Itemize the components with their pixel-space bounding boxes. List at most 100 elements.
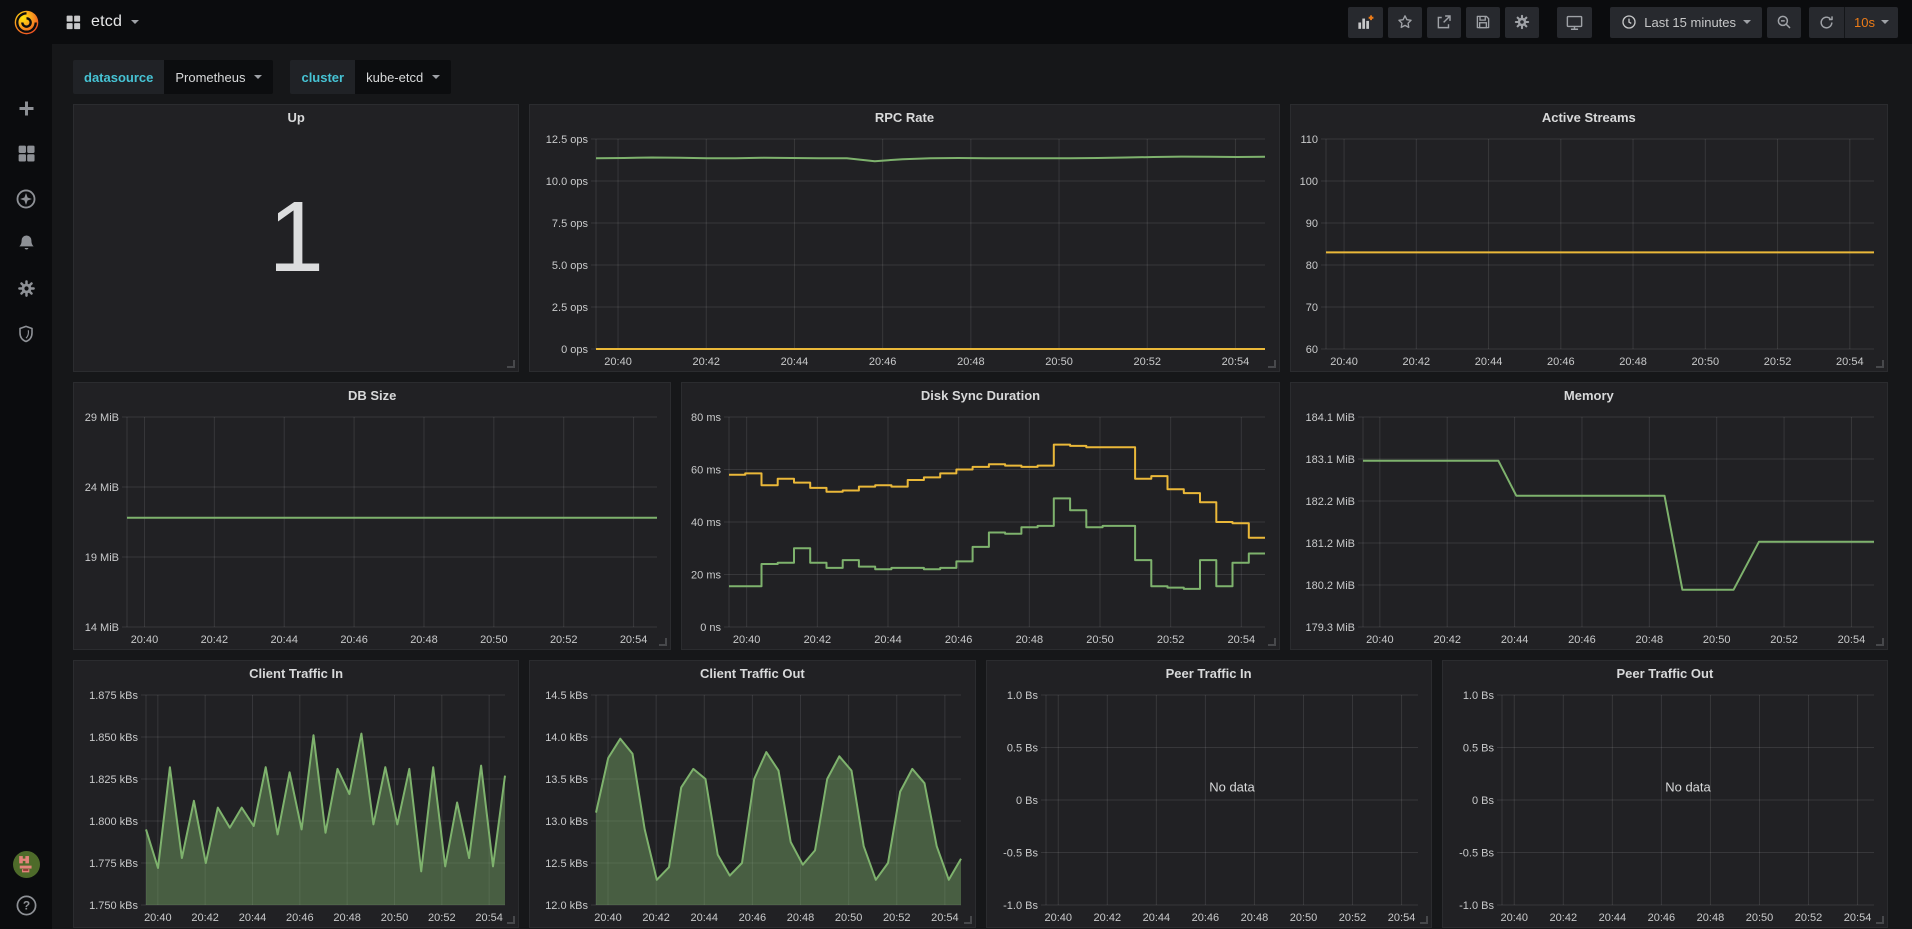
db-size-chart[interactable]: 29 MiB24 MiB19 MiB14 MiB20:4020:4220:442… xyxy=(74,407,670,649)
svg-text:20:44: 20:44 xyxy=(270,634,298,646)
svg-text:1.775 kBs: 1.775 kBs xyxy=(89,858,138,870)
svg-text:20:44: 20:44 xyxy=(875,634,903,646)
sidebar-item-alerting[interactable] xyxy=(0,221,52,266)
sidebar-item-configuration[interactable] xyxy=(0,266,52,311)
panel-rpc-rate: RPC Rate 12.5 ops10.0 ops7.5 ops5.0 ops2… xyxy=(529,104,1279,372)
svg-text:20:48: 20:48 xyxy=(1635,634,1663,646)
svg-text:20:50: 20:50 xyxy=(1289,912,1317,924)
panel-title[interactable]: Client Traffic Out xyxy=(530,661,974,685)
svg-text:20:46: 20:46 xyxy=(869,356,897,368)
svg-text:20:54: 20:54 xyxy=(475,912,503,924)
zoom-out-icon xyxy=(1775,13,1793,31)
grafana-logo[interactable] xyxy=(0,9,52,36)
svg-text:20:48: 20:48 xyxy=(410,634,438,646)
svg-text:1.800 kBs: 1.800 kBs xyxy=(89,816,138,828)
refresh-button[interactable] xyxy=(1809,7,1844,38)
svg-text:183.1 MiB: 183.1 MiB xyxy=(1305,454,1355,466)
svg-text:20:44: 20:44 xyxy=(1500,634,1528,646)
panel-title[interactable]: Client Traffic In xyxy=(74,661,518,685)
navbar-toolbar: Last 15 minutes 10s xyxy=(1343,7,1912,38)
svg-text:20:44: 20:44 xyxy=(1142,912,1170,924)
svg-text:20:46: 20:46 xyxy=(340,634,368,646)
svg-text:1.750 kBs: 1.750 kBs xyxy=(89,900,138,912)
peer-traffic-out-chart[interactable]: 1.0 Bs0.5 Bs0 Bs-0.5 Bs-1.0 Bs20:4020:42… xyxy=(1443,685,1887,927)
svg-text:20:52: 20:52 xyxy=(1795,912,1823,924)
svg-text:20:46: 20:46 xyxy=(945,634,973,646)
help-icon: ? xyxy=(15,894,38,917)
panel-title[interactable]: Peer Traffic Out xyxy=(1443,661,1887,685)
variable-datasource: datasource Prometheus xyxy=(73,60,273,94)
chevron-down-icon xyxy=(131,20,139,24)
svg-text:80 ms: 80 ms xyxy=(691,412,721,424)
svg-text:29 MiB: 29 MiB xyxy=(85,412,119,424)
navbar: etcd xyxy=(0,0,1912,44)
sidebar-item-explore[interactable] xyxy=(0,176,52,221)
time-range-picker[interactable]: Last 15 minutes xyxy=(1610,7,1762,38)
save-button[interactable] xyxy=(1466,7,1500,38)
disk-sync-duration-chart[interactable]: 80 ms60 ms40 ms20 ms0 ns20:4020:4220:442… xyxy=(682,407,1278,649)
svg-text:20:44: 20:44 xyxy=(1474,356,1502,368)
add-panel-button[interactable] xyxy=(1348,7,1383,38)
grafana-logo-icon xyxy=(13,9,40,36)
dashboard-title: etcd xyxy=(91,13,122,31)
svg-text:20:50: 20:50 xyxy=(381,912,409,924)
svg-text:20 ms: 20 ms xyxy=(691,570,721,582)
panel-row-2: DB Size 29 MiB24 MiB19 MiB14 MiB20:4020:… xyxy=(73,382,1888,650)
svg-text:20:46: 20:46 xyxy=(1547,356,1575,368)
svg-text:20:42: 20:42 xyxy=(693,356,721,368)
memory-chart[interactable]: 184.1 MiB183.1 MiB182.2 MiB181.2 MiB180.… xyxy=(1291,407,1887,649)
svg-text:70: 70 xyxy=(1305,302,1317,314)
svg-text:1.850 kBs: 1.850 kBs xyxy=(89,732,138,744)
panel-title[interactable]: DB Size xyxy=(74,383,670,407)
panel-title[interactable]: Memory xyxy=(1291,383,1887,407)
client-traffic-in-chart[interactable]: 1.875 kBs1.850 kBs1.825 kBs1.800 kBs1.77… xyxy=(74,685,518,927)
rpc-rate-chart[interactable]: 12.5 ops10.0 ops7.5 ops5.0 ops2.5 ops0 o… xyxy=(530,129,1278,371)
template-variables-row: datasource Prometheus cluster kube-etcd xyxy=(73,60,1888,94)
svg-text:20:40: 20:40 xyxy=(1366,634,1394,646)
panel-title[interactable]: Up xyxy=(74,105,518,129)
help-button[interactable]: ? xyxy=(15,894,38,917)
svg-text:20:42: 20:42 xyxy=(191,912,219,924)
svg-text:19 MiB: 19 MiB xyxy=(85,552,119,564)
stat-value: 1 xyxy=(74,129,518,371)
variable-value-dropdown[interactable]: kube-etcd xyxy=(355,60,451,94)
panel-row-1: Up 1 RPC Rate 12.5 ops10.0 ops7.5 ops5.0… xyxy=(73,104,1888,372)
panel-title[interactable]: Peer Traffic In xyxy=(987,661,1431,685)
svg-text:0 ns: 0 ns xyxy=(701,622,722,634)
peer-traffic-in-chart[interactable]: 1.0 Bs0.5 Bs0 Bs-0.5 Bs-1.0 Bs20:4020:42… xyxy=(987,685,1431,927)
star-button[interactable] xyxy=(1388,7,1422,38)
svg-text:24 MiB: 24 MiB xyxy=(85,482,119,494)
dashboard-title-button[interactable]: etcd xyxy=(64,13,139,31)
svg-text:12.5 ops: 12.5 ops xyxy=(546,134,589,146)
panel-up: Up 1 xyxy=(73,104,519,372)
zoom-out-button[interactable] xyxy=(1767,7,1801,38)
svg-text:90: 90 xyxy=(1305,218,1317,230)
svg-text:No data: No data xyxy=(1665,780,1711,795)
sidebar-item-server-admin[interactable] xyxy=(0,311,52,356)
panel-peer-traffic-out: Peer Traffic Out 1.0 Bs0.5 Bs0 Bs-0.5 Bs… xyxy=(1442,660,1888,928)
svg-text:20:52: 20:52 xyxy=(1134,356,1162,368)
svg-text:20:46: 20:46 xyxy=(286,912,314,924)
sidebar-item-add[interactable] xyxy=(0,86,52,131)
refresh-interval-dropdown[interactable]: 10s xyxy=(1844,7,1898,38)
cycle-view-button[interactable] xyxy=(1557,7,1592,38)
time-range-label: Last 15 minutes xyxy=(1644,15,1736,30)
share-button[interactable] xyxy=(1427,7,1461,38)
user-avatar[interactable] xyxy=(13,851,40,878)
panel-peer-traffic-in: Peer Traffic In 1.0 Bs0.5 Bs0 Bs-0.5 Bs-… xyxy=(986,660,1432,928)
svg-text:182.2 MiB: 182.2 MiB xyxy=(1305,496,1355,508)
svg-text:20:52: 20:52 xyxy=(550,634,578,646)
panel-title[interactable]: Active Streams xyxy=(1291,105,1887,129)
chevron-down-icon xyxy=(1743,20,1751,24)
panel-title[interactable]: RPC Rate xyxy=(530,105,1278,129)
active-streams-chart[interactable]: 1101009080706020:4020:4220:4420:4620:482… xyxy=(1291,129,1887,371)
dashboard: datasource Prometheus cluster kube-etcd … xyxy=(52,44,1912,929)
sidebar-item-dashboards[interactable] xyxy=(0,131,52,176)
dashboard-settings-button[interactable] xyxy=(1505,7,1539,38)
panel-title[interactable]: Disk Sync Duration xyxy=(682,383,1278,407)
client-traffic-out-chart[interactable]: 14.5 kBs14.0 kBs13.5 kBs13.0 kBs12.5 kBs… xyxy=(530,685,974,927)
bell-icon xyxy=(16,233,37,254)
svg-text:13.5 kBs: 13.5 kBs xyxy=(545,774,588,786)
panel-active-streams: Active Streams 1101009080706020:4020:422… xyxy=(1290,104,1888,372)
variable-value-dropdown[interactable]: Prometheus xyxy=(164,60,273,94)
